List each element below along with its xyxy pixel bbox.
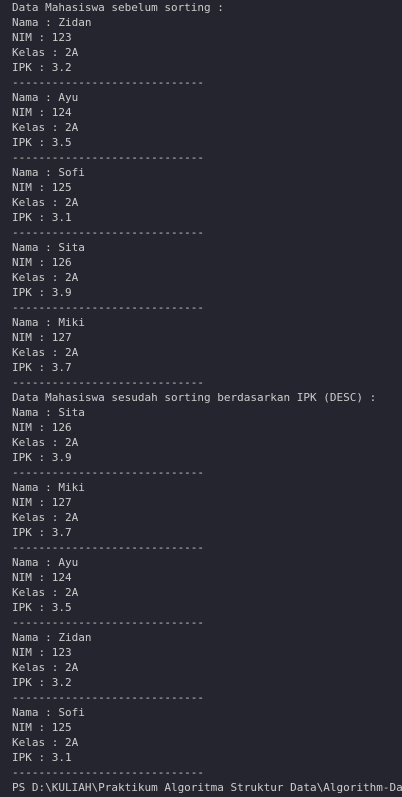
student-record: Nama : Zidan NIM : 123 Kelas : 2A IPK : … — [12, 630, 402, 705]
student-ipk: IPK : 3.2 — [12, 676, 72, 689]
before-record-list: Nama : Zidan NIM : 123 Kelas : 2A IPK : … — [12, 15, 402, 390]
student-record: Nama : Ayu NIM : 124 Kelas : 2A IPK : 3.… — [12, 90, 402, 165]
student-ipk: IPK : 3.7 — [12, 526, 72, 539]
student-nim: NIM : 124 — [12, 106, 72, 119]
student-ipk: IPK : 3.1 — [12, 211, 72, 224]
student-ipk: IPK : 3.5 — [12, 136, 72, 149]
record-divider: ----------------------------- — [12, 616, 205, 629]
student-name: Nama : Sofi — [12, 166, 85, 179]
student-ipk: IPK : 3.9 — [12, 286, 72, 299]
record-divider: ----------------------------- — [12, 766, 205, 779]
student-record: Nama : Sita NIM : 126 Kelas : 2A IPK : 3… — [12, 405, 402, 480]
student-nim: NIM : 127 — [12, 331, 72, 344]
terminal-output[interactable]: Data Mahasiswa sebelum sorting : Nama : … — [0, 0, 402, 797]
student-kelas: Kelas : 2A — [12, 271, 79, 284]
student-kelas: Kelas : 2A — [12, 196, 79, 209]
student-record: Nama : Miki NIM : 127 Kelas : 2A IPK : 3… — [12, 315, 402, 390]
before-sorting-header: Data Mahasiswa sebelum sorting : — [12, 1, 224, 14]
student-kelas: Kelas : 2A — [12, 586, 79, 599]
student-kelas: Kelas : 2A — [12, 436, 79, 449]
student-kelas: Kelas : 2A — [12, 346, 79, 359]
student-record: Nama : Sita NIM : 126 Kelas : 2A IPK : 3… — [12, 240, 402, 315]
student-ipk: IPK : 3.2 — [12, 61, 72, 74]
student-name: Nama : Zidan — [12, 631, 92, 644]
student-name: Nama : Sofi — [12, 706, 85, 719]
student-nim: NIM : 127 — [12, 496, 72, 509]
student-nim: NIM : 126 — [12, 421, 72, 434]
record-divider: ----------------------------- — [12, 301, 205, 314]
student-nim: NIM : 123 — [12, 31, 72, 44]
record-divider: ----------------------------- — [12, 541, 205, 554]
student-record: Nama : Sofi NIM : 125 Kelas : 2A IPK : 3… — [12, 165, 402, 240]
student-nim: NIM : 126 — [12, 256, 72, 269]
student-kelas: Kelas : 2A — [12, 121, 79, 134]
student-name: Nama : Miki — [12, 316, 85, 329]
record-divider: ----------------------------- — [12, 466, 205, 479]
record-divider: ----------------------------- — [12, 226, 205, 239]
student-nim: NIM : 124 — [12, 571, 72, 584]
after-record-list: Nama : Sita NIM : 126 Kelas : 2A IPK : 3… — [12, 405, 402, 780]
record-divider: ----------------------------- — [12, 151, 205, 164]
student-kelas: Kelas : 2A — [12, 736, 79, 749]
student-record: Nama : Ayu NIM : 124 Kelas : 2A IPK : 3.… — [12, 555, 402, 630]
student-ipk: IPK : 3.5 — [12, 601, 72, 614]
student-kelas: Kelas : 2A — [12, 661, 79, 674]
student-name: Nama : Ayu — [12, 556, 79, 569]
after-sorting-header: Data Mahasiswa sesudah sorting berdasark… — [12, 391, 377, 404]
student-name: Nama : Sita — [12, 406, 85, 419]
student-nim: NIM : 123 — [12, 646, 72, 659]
student-ipk: IPK : 3.7 — [12, 361, 72, 374]
student-kelas: Kelas : 2A — [12, 46, 79, 59]
student-name: Nama : Ayu — [12, 91, 79, 104]
student-ipk: IPK : 3.9 — [12, 451, 72, 464]
record-divider: ----------------------------- — [12, 691, 205, 704]
student-name: Nama : Zidan — [12, 16, 92, 29]
record-divider: ----------------------------- — [12, 376, 205, 389]
student-nim: NIM : 125 — [12, 181, 72, 194]
student-nim: NIM : 125 — [12, 721, 72, 734]
student-name: Nama : Sita — [12, 241, 85, 254]
student-record: Nama : Sofi NIM : 125 Kelas : 2A IPK : 3… — [12, 705, 402, 780]
student-record: Nama : Zidan NIM : 123 Kelas : 2A IPK : … — [12, 15, 402, 90]
student-ipk: IPK : 3.1 — [12, 751, 72, 764]
shell-prompt[interactable]: PS D:\KULIAH\Praktikum Algoritma Struktu… — [12, 780, 402, 795]
student-kelas: Kelas : 2A — [12, 511, 79, 524]
record-divider: ----------------------------- — [12, 76, 205, 89]
student-name: Nama : Miki — [12, 481, 85, 494]
student-record: Nama : Miki NIM : 127 Kelas : 2A IPK : 3… — [12, 480, 402, 555]
